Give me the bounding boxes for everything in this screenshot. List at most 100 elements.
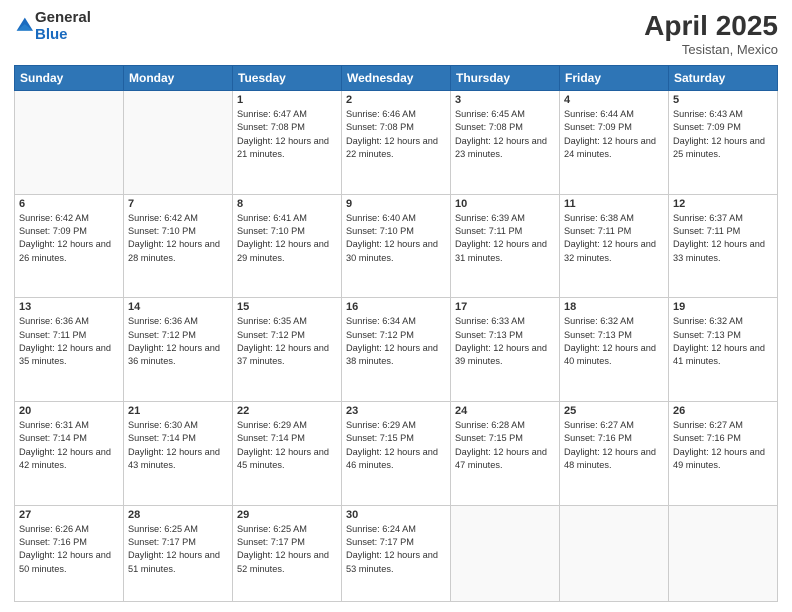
day-info: Sunrise: 6:26 AMSunset: 7:16 PMDaylight:… <box>19 523 119 576</box>
daylight-text: Daylight: 12 hours and 35 minutes. <box>19 342 119 369</box>
sunset-text: Sunset: 7:10 PM <box>237 225 337 238</box>
sunrise-text: Sunrise: 6:29 AM <box>346 419 446 432</box>
sunrise-text: Sunrise: 6:38 AM <box>564 212 664 225</box>
table-row: 6Sunrise: 6:42 AMSunset: 7:09 PMDaylight… <box>15 194 124 298</box>
daylight-text: Daylight: 12 hours and 40 minutes. <box>564 342 664 369</box>
table-row: 12 Sunrise: 6:37 AMSunset: 7:11 PMDayligh… <box>669 194 778 298</box>
day-info: Sunrise: 6:29 AMSunset: 7:14 PMDaylight:… <box>237 419 337 472</box>
sunset-text: Sunset: 7:12 PM <box>346 329 446 342</box>
sunrise-text: Sunrise: 6:27 AM <box>564 419 664 432</box>
day-info: Sunrise: 6:36 AMSunset: 7:11 PMDaylight:… <box>19 315 119 368</box>
day-number: 26 <box>673 405 773 417</box>
sunset-text: Sunset: 7:17 PM <box>346 536 446 549</box>
daylight-text: Daylight: 12 hours and 38 minutes. <box>346 342 446 369</box>
day-info: Sunrise: 6:25 AMSunset: 7:17 PMDaylight:… <box>237 523 337 576</box>
table-row <box>669 505 778 601</box>
day-info: Sunrise: 6:45 AMSunset: 7:08 PMDaylight:… <box>455 108 555 161</box>
day-info: Sunrise: 6:38 AMSunset: 7:11 PMDaylight:… <box>564 212 664 265</box>
day-info: Sunrise: 6:39 AMSunset: 7:11 PMDaylight:… <box>455 212 555 265</box>
sunset-text: Sunset: 7:15 PM <box>455 432 555 445</box>
calendar-table: Sunday Monday Tuesday Wednesday Thursday… <box>14 65 778 602</box>
sunrise-text: Sunrise: 6:42 AM <box>19 212 119 225</box>
daylight-text: Daylight: 12 hours and 48 minutes. <box>564 446 664 473</box>
sunset-text: Sunset: 7:14 PM <box>19 432 119 445</box>
table-row: 17Sunrise: 6:33 AMSunset: 7:13 PMDayligh… <box>451 298 560 402</box>
day-info: Sunrise: 6:36 AMSunset: 7:12 PMDaylight:… <box>128 315 228 368</box>
day-number: 1 <box>237 94 337 106</box>
day-number: 29 <box>237 509 337 521</box>
day-number: 8 <box>237 198 337 210</box>
sunset-text: Sunset: 7:17 PM <box>237 536 337 549</box>
table-row <box>560 505 669 601</box>
title-block: April 2025 Tesistan, Mexico <box>644 10 778 57</box>
day-number: 18 <box>564 301 664 313</box>
day-number: 28 <box>128 509 228 521</box>
day-number: 16 <box>346 301 446 313</box>
daylight-text: Daylight: 12 hours and 32 minutes. <box>564 238 664 265</box>
table-row: 4 Sunrise: 6:44 AMSunset: 7:09 PMDaylight… <box>560 91 669 195</box>
sunset-text: Sunset: 7:09 PM <box>564 121 664 134</box>
day-number: 11 <box>564 198 664 210</box>
day-info: Sunrise: 6:44 AMSunset: 7:09 PMDaylight:… <box>564 108 664 161</box>
col-monday: Monday <box>124 66 233 91</box>
sunrise-text: Sunrise: 6:32 AM <box>564 315 664 328</box>
day-number: 21 <box>128 405 228 417</box>
col-thursday: Thursday <box>451 66 560 91</box>
logo: General Blue <box>14 10 91 43</box>
sunset-text: Sunset: 7:11 PM <box>673 225 773 238</box>
day-info: Sunrise: 6:27 AMSunset: 7:16 PMDaylight:… <box>673 419 773 472</box>
sunrise-text: Sunrise: 6:31 AM <box>19 419 119 432</box>
table-row: 10Sunrise: 6:39 AMSunset: 7:11 PMDayligh… <box>451 194 560 298</box>
day-info: Sunrise: 6:29 AMSunset: 7:15 PMDaylight:… <box>346 419 446 472</box>
col-sunday: Sunday <box>15 66 124 91</box>
sunrise-text: Sunrise: 6:47 AM <box>237 108 337 121</box>
day-number: 30 <box>346 509 446 521</box>
daylight-text: Daylight: 12 hours and 30 minutes. <box>346 238 446 265</box>
daylight-text: Daylight: 12 hours and 53 minutes. <box>346 549 446 576</box>
day-info: Sunrise: 6:32 AMSunset: 7:13 PMDaylight:… <box>673 315 773 368</box>
header: General Blue April 2025 Tesistan, Mexico <box>14 10 778 57</box>
day-info: Sunrise: 6:42 AMSunset: 7:10 PMDaylight:… <box>128 212 228 265</box>
sunrise-text: Sunrise: 6:33 AM <box>455 315 555 328</box>
daylight-text: Daylight: 12 hours and 50 minutes. <box>19 549 119 576</box>
table-row <box>451 505 560 601</box>
page: General Blue April 2025 Tesistan, Mexico… <box>0 0 792 612</box>
table-row: 19Sunrise: 6:32 AMSunset: 7:13 PMDayligh… <box>669 298 778 402</box>
table-row: 8Sunrise: 6:41 AMSunset: 7:10 PMDaylight… <box>233 194 342 298</box>
table-row: 22Sunrise: 6:29 AMSunset: 7:14 PMDayligh… <box>233 401 342 505</box>
day-info: Sunrise: 6:24 AMSunset: 7:17 PMDaylight:… <box>346 523 446 576</box>
sunrise-text: Sunrise: 6:46 AM <box>346 108 446 121</box>
day-info: Sunrise: 6:31 AMSunset: 7:14 PMDaylight:… <box>19 419 119 472</box>
sunrise-text: Sunrise: 6:24 AM <box>346 523 446 536</box>
day-info: Sunrise: 6:43 AMSunset: 7:09 PMDaylight:… <box>673 108 773 161</box>
day-info: Sunrise: 6:27 AMSunset: 7:16 PMDaylight:… <box>564 419 664 472</box>
sunset-text: Sunset: 7:08 PM <box>237 121 337 134</box>
table-row: 23Sunrise: 6:29 AMSunset: 7:15 PMDayligh… <box>342 401 451 505</box>
day-info: Sunrise: 6:28 AMSunset: 7:15 PMDaylight:… <box>455 419 555 472</box>
sunrise-text: Sunrise: 6:36 AM <box>19 315 119 328</box>
sunset-text: Sunset: 7:13 PM <box>673 329 773 342</box>
day-info: Sunrise: 6:40 AMSunset: 7:10 PMDaylight:… <box>346 212 446 265</box>
daylight-text: Daylight: 12 hours and 42 minutes. <box>19 446 119 473</box>
day-number: 7 <box>128 198 228 210</box>
daylight-text: Daylight: 12 hours and 23 minutes. <box>455 135 555 162</box>
day-number: 12 <box>673 198 773 210</box>
logo-icon <box>15 16 33 34</box>
table-row: 13Sunrise: 6:36 AMSunset: 7:11 PMDayligh… <box>15 298 124 402</box>
table-row: 3Sunrise: 6:45 AMSunset: 7:08 PMDaylight… <box>451 91 560 195</box>
logo-text-line1: General <box>35 10 91 27</box>
sunset-text: Sunset: 7:17 PM <box>128 536 228 549</box>
day-info: Sunrise: 6:47 AMSunset: 7:08 PMDaylight:… <box>237 108 337 161</box>
daylight-text: Daylight: 12 hours and 41 minutes. <box>673 342 773 369</box>
daylight-text: Daylight: 12 hours and 33 minutes. <box>673 238 773 265</box>
sunset-text: Sunset: 7:14 PM <box>237 432 337 445</box>
day-info: Sunrise: 6:35 AMSunset: 7:12 PMDaylight:… <box>237 315 337 368</box>
day-number: 15 <box>237 301 337 313</box>
sunset-text: Sunset: 7:12 PM <box>237 329 337 342</box>
day-number: 4 <box>564 94 664 106</box>
sunrise-text: Sunrise: 6:39 AM <box>455 212 555 225</box>
daylight-text: Daylight: 12 hours and 52 minutes. <box>237 549 337 576</box>
daylight-text: Daylight: 12 hours and 26 minutes. <box>19 238 119 265</box>
sunrise-text: Sunrise: 6:37 AM <box>673 212 773 225</box>
table-row: 20Sunrise: 6:31 AMSunset: 7:14 PMDayligh… <box>15 401 124 505</box>
